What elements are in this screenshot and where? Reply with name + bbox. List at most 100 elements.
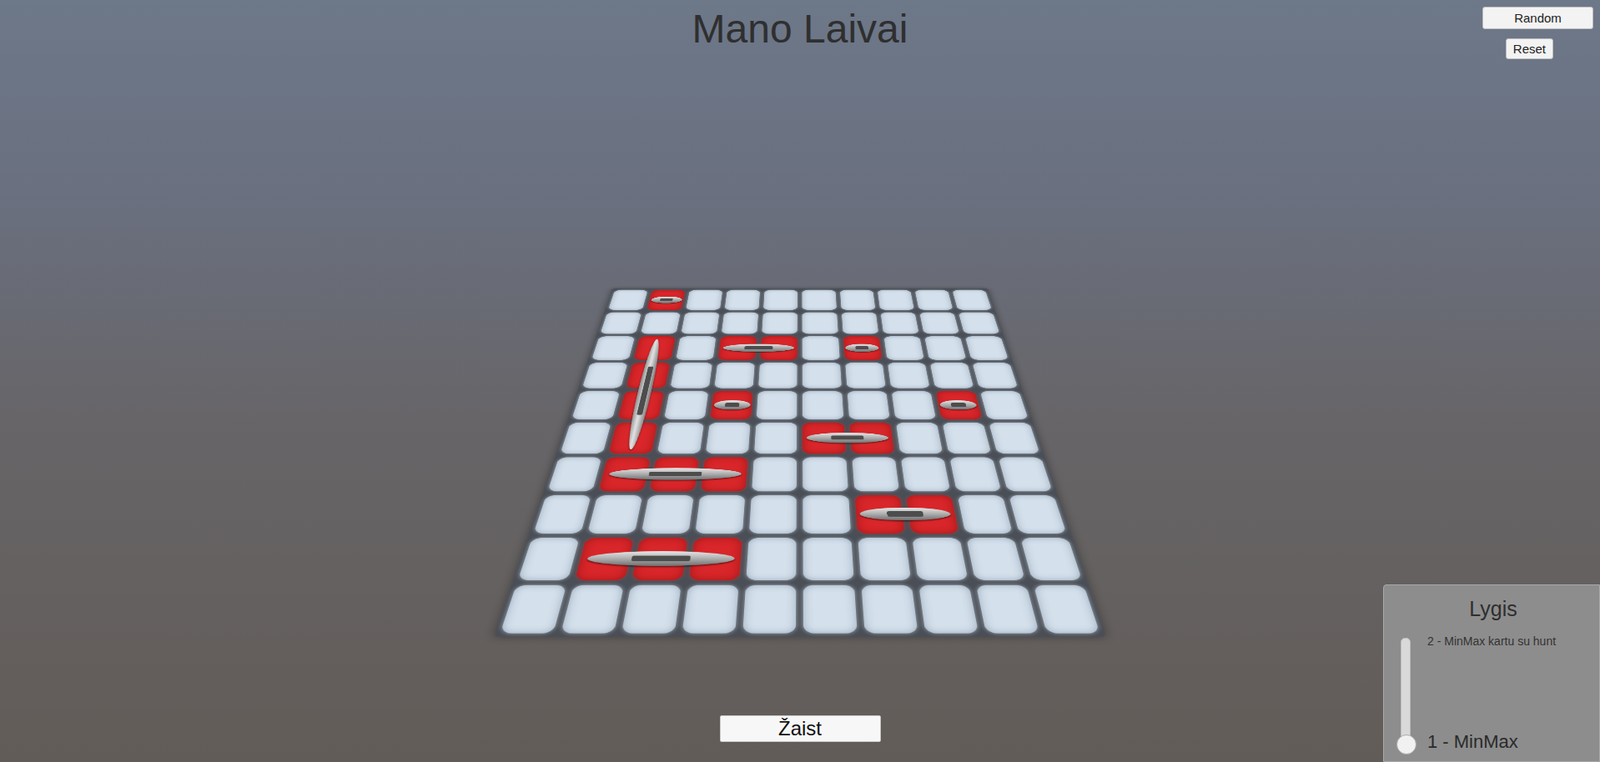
board-cell[interactable] xyxy=(700,457,749,492)
board-cell[interactable] xyxy=(685,290,723,311)
board-cell[interactable] xyxy=(746,538,797,581)
board-cell[interactable] xyxy=(840,290,876,311)
board-cell[interactable] xyxy=(633,336,676,360)
board-cell[interactable] xyxy=(591,336,635,360)
board-cell[interactable] xyxy=(754,422,797,454)
ship[interactable] xyxy=(843,336,882,360)
board-cell[interactable] xyxy=(877,290,915,311)
board-cell[interactable] xyxy=(854,495,905,534)
board-cell[interactable] xyxy=(1020,538,1082,581)
board-cell[interactable] xyxy=(911,538,968,581)
game-board[interactable] xyxy=(493,288,1107,638)
board-cell[interactable] xyxy=(802,311,839,334)
ship[interactable] xyxy=(574,538,743,581)
board-cell[interactable] xyxy=(751,457,797,492)
board-cell[interactable] xyxy=(724,290,761,311)
board-cell[interactable] xyxy=(760,336,798,360)
board-cell[interactable] xyxy=(571,391,620,420)
board-cell[interactable] xyxy=(743,585,797,634)
board-cell[interactable] xyxy=(802,422,846,454)
board-cell[interactable] xyxy=(980,391,1029,420)
board-cell[interactable] xyxy=(857,538,911,581)
board-cell[interactable] xyxy=(547,457,602,492)
board-cell[interactable] xyxy=(802,336,840,360)
board-cell[interactable] xyxy=(880,311,919,334)
board-cell[interactable] xyxy=(756,391,798,420)
board-cell[interactable] xyxy=(803,585,857,634)
board-cell[interactable] xyxy=(695,495,746,534)
board-cell[interactable] xyxy=(802,290,837,311)
board-cell[interactable] xyxy=(721,311,759,334)
board-cell[interactable] xyxy=(958,311,1001,334)
board-cell[interactable] xyxy=(918,585,979,634)
random-button[interactable]: Random xyxy=(1482,6,1594,30)
board-cell[interactable] xyxy=(705,422,751,454)
board-cell[interactable] xyxy=(533,495,592,534)
board-cell[interactable] xyxy=(843,336,882,360)
board-cell[interactable] xyxy=(803,538,854,581)
ship[interactable] xyxy=(647,290,686,311)
board-cell[interactable] xyxy=(849,422,895,454)
board-cell[interactable] xyxy=(574,538,634,581)
board-cell[interactable] xyxy=(600,311,643,334)
board-cell[interactable] xyxy=(587,495,643,534)
board-cell[interactable] xyxy=(919,311,960,334)
reset-button[interactable]: Reset xyxy=(1505,38,1554,60)
board-cell[interactable] xyxy=(1033,585,1101,634)
board-cell[interactable] xyxy=(670,362,714,389)
ship[interactable] xyxy=(854,495,959,534)
board-cell[interactable] xyxy=(598,457,651,492)
board-cell[interactable] xyxy=(689,538,743,581)
board-cell[interactable] xyxy=(905,495,959,534)
board-cell[interactable] xyxy=(976,585,1040,634)
ship[interactable] xyxy=(608,336,676,454)
board-cell[interactable] xyxy=(608,290,648,311)
board-cell[interactable] xyxy=(649,457,700,492)
board-cell[interactable] xyxy=(803,457,849,492)
board-cell[interactable] xyxy=(632,538,689,581)
board-cell[interactable] xyxy=(998,457,1053,492)
ship[interactable] xyxy=(710,391,754,420)
board-cell[interactable] xyxy=(621,585,682,634)
board-cell[interactable] xyxy=(900,457,951,492)
board-cell[interactable] xyxy=(891,391,936,420)
board-cell[interactable] xyxy=(758,362,798,389)
board-cell[interactable] xyxy=(710,391,754,420)
board-cell[interactable] xyxy=(647,290,686,311)
board-cell[interactable] xyxy=(951,290,992,311)
board-cell[interactable] xyxy=(518,538,580,581)
board-cell[interactable] xyxy=(957,495,1013,534)
board-cell[interactable] xyxy=(949,457,1002,492)
board-cell[interactable] xyxy=(618,391,665,420)
board-cell[interactable] xyxy=(657,422,705,454)
board-cell[interactable] xyxy=(860,585,918,634)
board-cell[interactable] xyxy=(1008,495,1067,534)
board-cell[interactable] xyxy=(640,311,681,334)
board-cell[interactable] xyxy=(560,422,612,454)
board-cell[interactable] xyxy=(626,362,671,389)
board-cell[interactable] xyxy=(641,495,695,534)
ship[interactable] xyxy=(718,336,798,360)
slider[interactable] xyxy=(1395,633,1416,755)
board-cell[interactable] xyxy=(499,585,567,634)
board-cell[interactable] xyxy=(680,311,720,334)
board-cell[interactable] xyxy=(802,362,842,389)
board-cell[interactable] xyxy=(883,336,924,360)
board-cell[interactable] xyxy=(675,336,716,360)
board-cell[interactable] xyxy=(718,336,757,360)
board-cell[interactable] xyxy=(971,362,1018,389)
board-cell[interactable] xyxy=(841,311,879,334)
board-cell[interactable] xyxy=(763,290,798,311)
board-cell[interactable] xyxy=(761,311,798,334)
slider-handle[interactable] xyxy=(1396,734,1417,755)
board-cell[interactable] xyxy=(915,290,954,311)
ship[interactable] xyxy=(598,457,749,492)
ship[interactable] xyxy=(802,422,894,454)
play-button[interactable]: Žaist xyxy=(719,715,881,743)
board-cell[interactable] xyxy=(714,362,755,389)
board-cell[interactable] xyxy=(845,362,886,389)
board-cell[interactable] xyxy=(924,336,967,360)
ship[interactable] xyxy=(935,391,983,420)
board-cell[interactable] xyxy=(582,362,629,389)
board-cell[interactable] xyxy=(930,362,975,389)
